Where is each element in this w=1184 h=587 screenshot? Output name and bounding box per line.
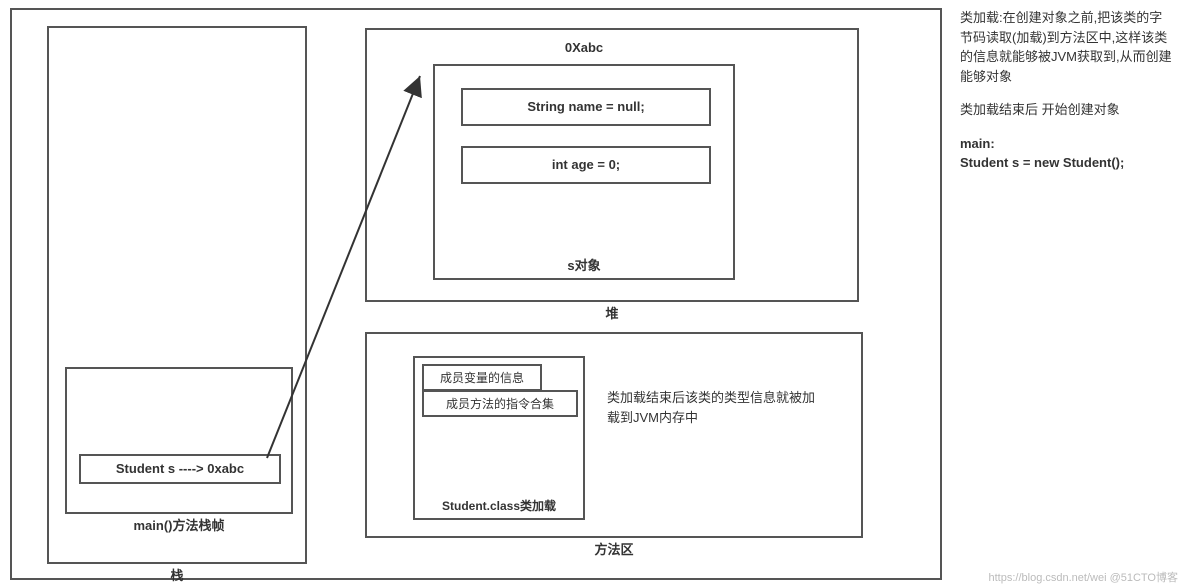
code-line-2: Student s = new Student(); xyxy=(960,155,1124,170)
object-label: s对象 xyxy=(435,255,733,274)
jvm-memory-diagram: Student s ----> 0xabc main()方法栈帧 栈 0Xabc… xyxy=(10,8,942,580)
explain-para-1: 类加载:在创建对象之前,把该类的字节码读取(加载)到方法区中,这样该类的信息就能… xyxy=(960,8,1174,86)
class-metadata-box: 成员变量的信息 成员方法的指令合集 Student.class类加载 xyxy=(413,356,585,520)
main-stack-frame: Student s ----> 0xabc main()方法栈帧 xyxy=(65,367,293,514)
stack-frame-label: main()方法栈帧 xyxy=(67,515,291,534)
member-method-box: 成员方法的指令合集 xyxy=(422,390,578,417)
object-address: 0Xabc xyxy=(435,40,733,55)
local-variable-box: Student s ----> 0xabc xyxy=(79,454,281,484)
field-age-box: int age = 0; xyxy=(461,146,711,184)
explain-para-2: 类加载结束后 开始创建对象 xyxy=(960,100,1174,120)
member-var-info-box: 成员变量的信息 xyxy=(422,364,542,391)
heap-area: 0Xabc String name = null; int age = 0; s… xyxy=(365,28,859,302)
heap-area-label: 堆 xyxy=(367,303,857,322)
stack-area-label: 栈 xyxy=(49,565,305,584)
method-area-note: 类加载结束后该类的类型信息就被加载到JVM内存中 xyxy=(607,388,827,427)
field-name-box: String name = null; xyxy=(461,88,711,126)
object-box: 0Xabc String name = null; int age = 0; s… xyxy=(433,64,735,280)
method-area-label: 方法区 xyxy=(367,539,861,558)
method-area: 成员变量的信息 成员方法的指令合集 Student.class类加载 类加载结束… xyxy=(365,332,863,538)
explain-code: main: Student s = new Student(); xyxy=(960,134,1174,173)
class-load-label: Student.class类加载 xyxy=(415,497,583,514)
watermark-text: https://blog.csdn.net/wei @51CTO博客 xyxy=(989,569,1179,585)
stack-area: Student s ----> 0xabc main()方法栈帧 栈 xyxy=(47,26,307,564)
code-line-1: main: xyxy=(960,136,995,151)
explanation-text: 类加载:在创建对象之前,把该类的字节码读取(加载)到方法区中,这样该类的信息就能… xyxy=(960,8,1174,187)
